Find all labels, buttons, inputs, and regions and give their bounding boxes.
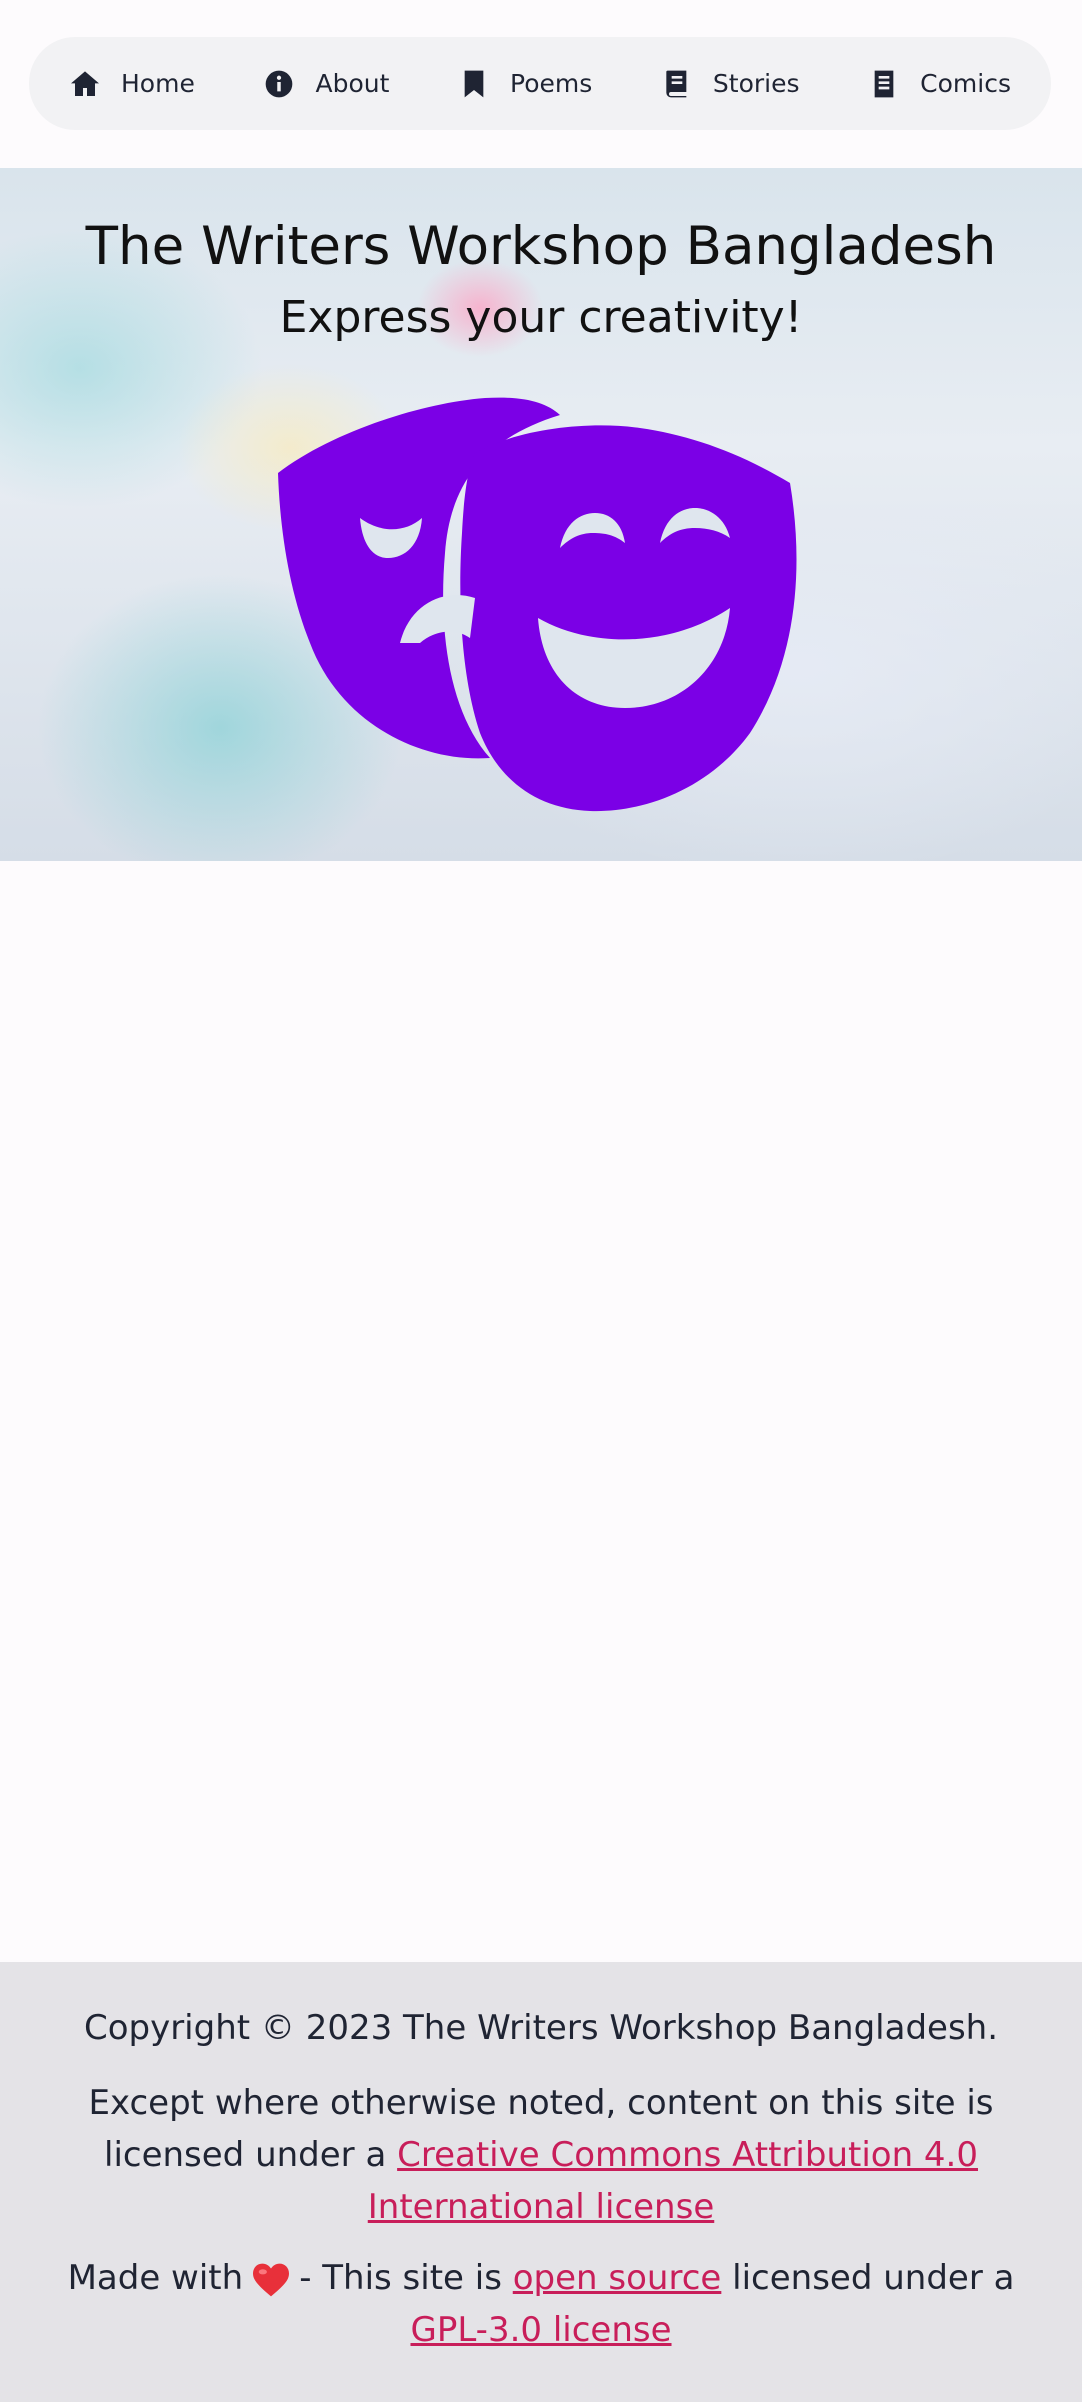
nav-item-label: Comics — [920, 69, 1011, 98]
gpl-license-link[interactable]: GPL-3.0 license — [410, 2310, 671, 2350]
nav-item-label: Poems — [510, 69, 593, 98]
made-with-text: Made with — [67, 2258, 244, 2298]
document-icon — [874, 70, 894, 97]
heart-icon — [253, 2263, 290, 2296]
nav-item-label: About — [315, 69, 390, 98]
site-title: The Writers Workshop Bangladesh — [85, 216, 997, 277]
nav-item-about[interactable]: About — [263, 68, 389, 100]
cc-license-link[interactable]: Creative Commons Attribution 4.0 Interna… — [368, 2135, 978, 2227]
nav-item-label: Stories — [712, 69, 800, 98]
site-footer: Copyright © 2023 The Writers Workshop Ba… — [0, 1962, 1082, 2402]
open-source-middle: licensed under a — [732, 2258, 1015, 2298]
book-icon — [666, 70, 687, 97]
site-tagline: Express your creativity! — [279, 292, 803, 343]
open-source-link[interactable]: open source — [513, 2258, 722, 2298]
bookmark-icon — [464, 70, 484, 97]
nav-item-home[interactable]: Home — [69, 68, 195, 100]
nav-item-stories[interactable]: Stories — [661, 68, 800, 100]
nav-item-label: Home — [121, 69, 195, 98]
made-with-notice: Made with - This site is open source lice… — [40, 2252, 1042, 2356]
open-source-prefix: - This site is — [299, 2258, 502, 2298]
home-icon — [71, 70, 99, 96]
theater-masks-icon — [278, 397, 797, 812]
nav-item-comics[interactable]: Comics — [868, 68, 1011, 100]
main-nav: Home About Poems Stories Comics — [29, 37, 1051, 130]
copyright-text: Copyright © 2023 The Writers Workshop Ba… — [83, 2008, 999, 2048]
hero-banner: The Writers Workshop Bangladesh Express … — [0, 168, 1082, 861]
nav-item-poems[interactable]: Poems — [458, 68, 592, 100]
info-circle-icon — [266, 70, 293, 97]
license-notice: Except where otherwise noted, content on… — [40, 2077, 1042, 2233]
